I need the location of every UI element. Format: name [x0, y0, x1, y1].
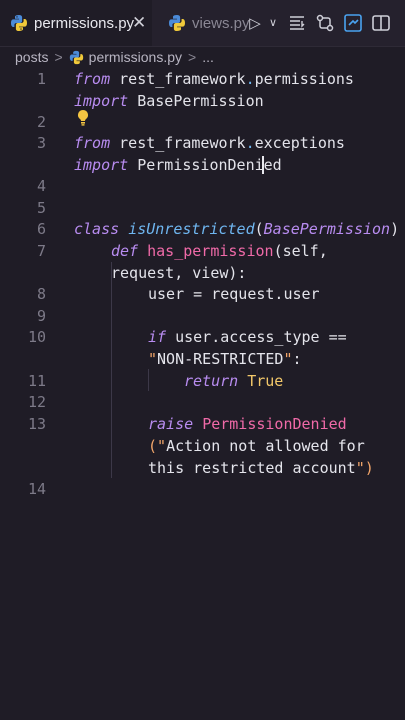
code-line-6: class isUnrestricted(BasePermission) — [74, 220, 400, 238]
code-line-10-wrap: "NON-RESTRICTED": — [148, 350, 302, 368]
breadcrumb-folder[interactable]: posts — [15, 49, 48, 65]
close-icon[interactable]: ✕ — [132, 13, 146, 33]
line-number: 6 — [36, 220, 46, 238]
code-line-13: raise PermissionDenied — [148, 415, 347, 433]
line-number: 4 — [36, 177, 46, 195]
line-number: 9 — [36, 307, 46, 325]
code-line-1-wrap: import BasePermission — [74, 92, 264, 110]
tab-label: views.py — [192, 14, 250, 32]
breadcrumb-separator: > — [54, 49, 63, 65]
line-number: 10 — [27, 328, 46, 346]
code-line-10: if user.access_type == — [148, 328, 347, 346]
line-number: 12 — [27, 393, 46, 411]
tab-bar: permissions.py ✕ views.py ▷ ∨ — [0, 0, 405, 47]
python-icon — [11, 15, 27, 31]
preview-icon[interactable] — [342, 12, 364, 34]
python-icon — [69, 50, 83, 64]
indent-guide — [111, 262, 112, 478]
python-icon — [169, 15, 185, 31]
line-number: 7 — [36, 242, 46, 260]
line-number: 13 — [27, 415, 46, 433]
line-number: 2 — [36, 113, 46, 131]
tab-label: permissions.py — [34, 14, 135, 32]
code-line-13-wrap-2: this restricted account") — [148, 459, 374, 477]
line-number: 8 — [36, 285, 46, 303]
text-cursor — [262, 156, 264, 174]
code-line-3: from rest_framework.exceptions — [74, 134, 345, 152]
code-line-13-wrap-1: ("Action not allowed for — [148, 437, 365, 455]
chevron-down-icon[interactable]: ∨ — [262, 12, 284, 34]
outline-list-icon[interactable] — [286, 12, 308, 34]
breadcrumb-more[interactable]: ... — [202, 49, 214, 65]
code-line-7-wrap: request, view): — [111, 264, 247, 282]
code-line-11: return True — [184, 372, 284, 390]
line-number: 11 — [27, 372, 46, 390]
breadcrumb: posts > permissions.py > ... — [0, 46, 405, 68]
tab-views-py[interactable]: views.py — [158, 0, 250, 46]
split-editor-icon[interactable] — [370, 12, 392, 34]
tab-permissions-py[interactable]: permissions.py — [0, 0, 152, 46]
breadcrumb-file[interactable]: permissions.py — [89, 49, 182, 65]
code-line-7: def has_permission(self, — [111, 242, 328, 260]
code-line-1: from rest_framework.permissions — [74, 70, 354, 88]
indent-guide — [148, 369, 149, 391]
breadcrumb-separator: > — [188, 49, 197, 65]
code-editor[interactable]: 1 2 3 4 5 6 7 8 9 10 11 12 13 14 from re… — [0, 66, 405, 720]
code-line-3-wrap: import PermissionDenied — [74, 156, 282, 174]
line-number: 1 — [36, 70, 46, 88]
line-number: 14 — [27, 480, 46, 498]
line-number: 3 — [36, 134, 46, 152]
code-line-8: user = request.user — [148, 285, 320, 303]
git-compare-icon[interactable] — [314, 12, 336, 34]
lightbulb-icon[interactable] — [76, 109, 90, 127]
line-number: 5 — [36, 199, 46, 217]
